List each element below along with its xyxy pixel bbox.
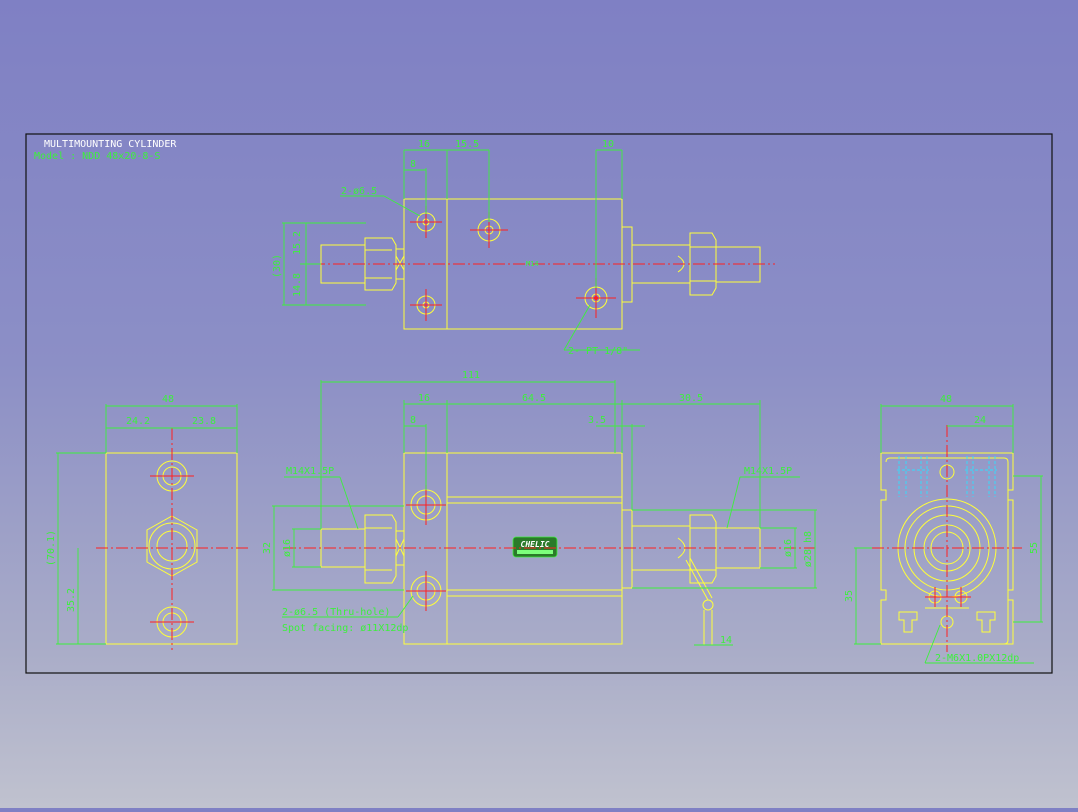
top-dim-14-8: 14.8	[292, 273, 303, 297]
model-label: Model : NDD 48x20-8-S	[34, 151, 160, 162]
top-dim-15-2: 15.2	[292, 231, 303, 255]
side-thread-right: M14X1.5P	[744, 466, 792, 477]
side-dim-32: 32	[262, 542, 273, 554]
top-dim-16: 16	[418, 139, 430, 150]
right-dim-24: 24	[974, 415, 986, 426]
top-view: M14 16 15.5 8 10 2-ø6.5 (30) 15.2 14.8 2…	[272, 139, 775, 357]
left-dim-35-2: 35.2	[66, 588, 77, 612]
top-center-mark: M14	[526, 260, 539, 268]
side-dim-28: ø28 h8	[803, 531, 814, 567]
side-spot-note: Spot facing: ø11X12dp	[282, 623, 408, 634]
side-view: CHELIC 111 16 64.5 30.5 8 3.5 M14X1.5P M…	[262, 370, 817, 646]
left-end-view: 48 24.2 23.8 (70.1) 35.2	[46, 394, 248, 650]
top-hole-note: 2-ø6.5	[341, 186, 377, 197]
side-dim-8: 8	[410, 415, 416, 426]
side-dim-3-5: 3.5	[588, 415, 606, 426]
top-dim-30: (30)	[272, 254, 283, 278]
side-dim-30-5: 30.5	[679, 393, 703, 404]
left-dim-70-1: (70.1)	[46, 530, 57, 566]
side-dim-64-5: 64.5	[522, 393, 546, 404]
left-dim-23-8: 23.8	[192, 416, 216, 427]
right-end-view: 48 24 55 35 2-M6X1.0PX12dp	[844, 394, 1043, 664]
side-dim-16-right: ø16	[783, 539, 794, 557]
cad-drawing: MULTIMOUNTING CYLINDER Model : NDD 48x20…	[25, 133, 1053, 674]
right-dim-35: 35	[844, 590, 855, 602]
cad-drawing-viewport[interactable]: MULTIMOUNTING CYLINDER Model : NDD 48x20…	[0, 0, 1078, 808]
side-dim-16-left: ø16	[282, 539, 293, 557]
side-dim-16: 16	[418, 393, 430, 404]
right-dim-55: 55	[1029, 542, 1040, 554]
top-port-note: 2- PT 1/8"	[568, 346, 628, 357]
side-dim-111: 111	[462, 370, 480, 381]
left-dim-48: 48	[162, 394, 174, 405]
side-hole-note: 2-ø6.5 (Thru-hole)	[282, 607, 390, 618]
left-dim-24-2: 24.2	[126, 416, 150, 427]
right-dim-48: 48	[940, 394, 952, 405]
side-dim-14: 14	[720, 635, 732, 646]
right-tap-note: 2-M6X1.0PX12dp	[935, 653, 1019, 664]
side-thread-left: M14X1.5P	[286, 466, 334, 477]
top-dim-10: 10	[602, 139, 614, 150]
top-dim-8: 8	[410, 159, 416, 170]
drawing-title: MULTIMOUNTING CYLINDER	[44, 139, 177, 150]
top-dim-15-5: 15.5	[455, 139, 479, 150]
